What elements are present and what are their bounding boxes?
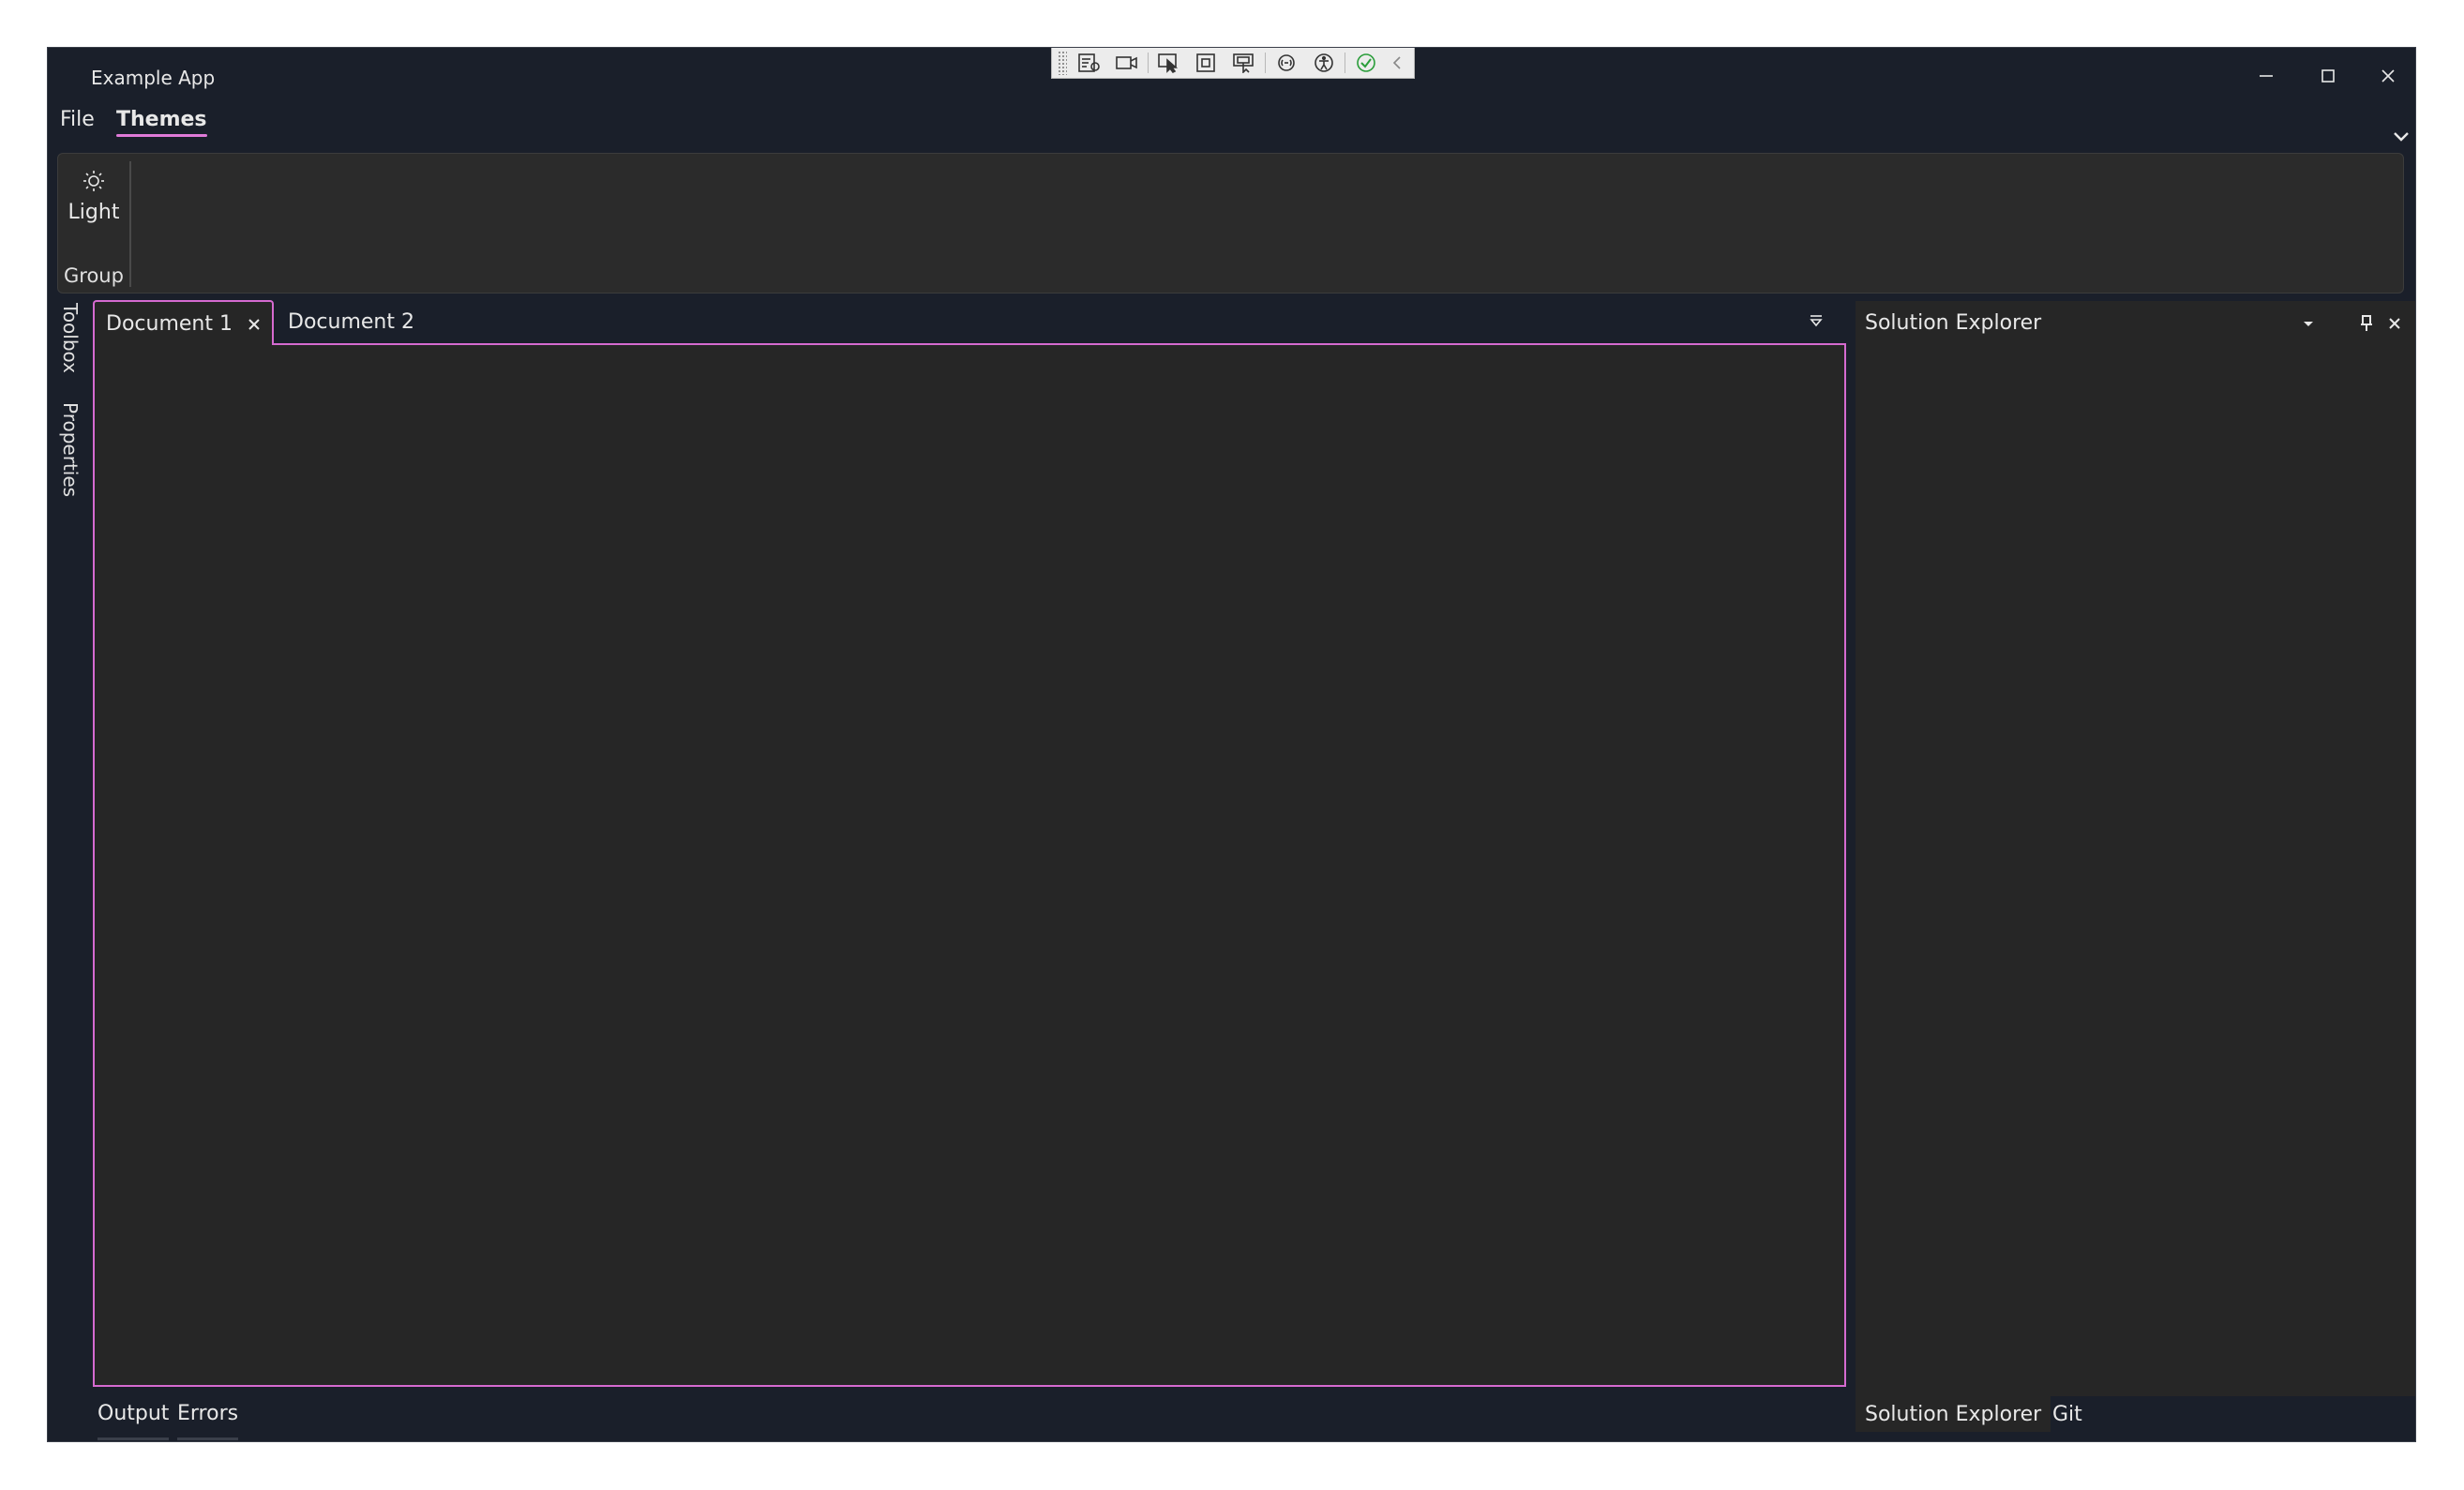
left-dock-rail: Toolbox Properties bbox=[48, 301, 95, 1436]
check-icon[interactable] bbox=[1347, 49, 1385, 77]
app-window: Example App File Themes Light Group Tool… bbox=[47, 47, 2416, 1442]
document-content[interactable] bbox=[93, 343, 1846, 1387]
app-title: Example App bbox=[91, 67, 216, 89]
binding-failures-icon[interactable] bbox=[1268, 49, 1305, 77]
tab-label: Solution Explorer bbox=[1865, 1402, 2042, 1426]
minimize-icon bbox=[2260, 75, 2273, 77]
pin-panel-button[interactable] bbox=[2354, 311, 2379, 336]
errors-tab[interactable]: Errors bbox=[177, 1402, 239, 1440]
record-icon[interactable] bbox=[1108, 49, 1146, 77]
toolbar-grip[interactable] bbox=[1058, 51, 1067, 75]
tab-document-2[interactable]: Document 2 bbox=[277, 300, 464, 343]
minimize-button[interactable] bbox=[2238, 57, 2294, 95]
caret-down-icon bbox=[2304, 322, 2313, 326]
tab-document-1[interactable]: Document 1 bbox=[93, 300, 274, 345]
close-icon bbox=[2389, 318, 2400, 329]
maximize-icon bbox=[2321, 69, 2335, 83]
menu-file[interactable]: File bbox=[60, 108, 95, 131]
menu-bar bbox=[48, 106, 2415, 140]
ribbon-group-separator bbox=[129, 161, 131, 287]
toolbox-tab[interactable]: Toolbox bbox=[59, 303, 82, 373]
ribbon: Light Group bbox=[57, 153, 2404, 293]
debug-toolbar bbox=[1051, 48, 1415, 79]
live-visual-tree-icon[interactable] bbox=[1071, 49, 1108, 77]
light-theme-button[interactable]: Light bbox=[66, 169, 122, 244]
close-window-button[interactable] bbox=[2360, 57, 2415, 95]
ribbon-collapse-button[interactable] bbox=[2387, 123, 2415, 151]
collapse-icon[interactable] bbox=[1385, 49, 1409, 77]
tab-label: Git bbox=[2052, 1402, 2082, 1426]
tab-git[interactable]: Git bbox=[2043, 1396, 2092, 1432]
output-tab[interactable]: Output bbox=[98, 1402, 170, 1440]
dropdown-icon bbox=[1810, 315, 1823, 327]
title-bar: Example App bbox=[48, 48, 2415, 106]
tab-label: Document 1 bbox=[106, 311, 233, 336]
panel-menu-button[interactable] bbox=[2296, 311, 2321, 336]
light-theme-label: Light bbox=[68, 201, 120, 224]
close-icon bbox=[248, 319, 260, 330]
panel-header: Solution Explorer bbox=[1856, 301, 2415, 344]
chevron-down-icon bbox=[2394, 132, 2409, 142]
menu-themes[interactable]: Themes bbox=[116, 108, 207, 137]
sun-icon bbox=[83, 171, 104, 191]
tab-solution-explorer[interactable]: Solution Explorer bbox=[1856, 1396, 2051, 1432]
document-pane: Document 1 Document 2 bbox=[93, 300, 1846, 1387]
select-element-icon[interactable] bbox=[1150, 49, 1188, 77]
toolbar-separator bbox=[1148, 53, 1149, 73]
close-tab-button[interactable] bbox=[246, 315, 263, 332]
accessibility-icon[interactable] bbox=[1305, 49, 1343, 77]
toolbar-separator bbox=[1265, 53, 1266, 73]
tab-label: Document 2 bbox=[288, 309, 414, 334]
display-layout-adorners-icon[interactable] bbox=[1188, 49, 1225, 77]
solution-explorer-panel: Solution Explorer Solution Explorer Git bbox=[1856, 301, 2415, 1441]
tab-overflow-button[interactable] bbox=[1805, 309, 1827, 332]
ribbon-group-label: Group bbox=[64, 264, 124, 287]
close-icon bbox=[2381, 69, 2395, 83]
close-panel-button[interactable] bbox=[2382, 311, 2407, 336]
maximize-button[interactable] bbox=[2300, 57, 2356, 95]
properties-tab[interactable]: Properties bbox=[59, 402, 82, 497]
panel-footer-tabs: Solution Explorer Git bbox=[1856, 1396, 2415, 1441]
pin-icon bbox=[2361, 315, 2372, 331]
panel-title: Solution Explorer bbox=[1865, 311, 2042, 335]
track-focus-icon[interactable] bbox=[1225, 49, 1263, 77]
